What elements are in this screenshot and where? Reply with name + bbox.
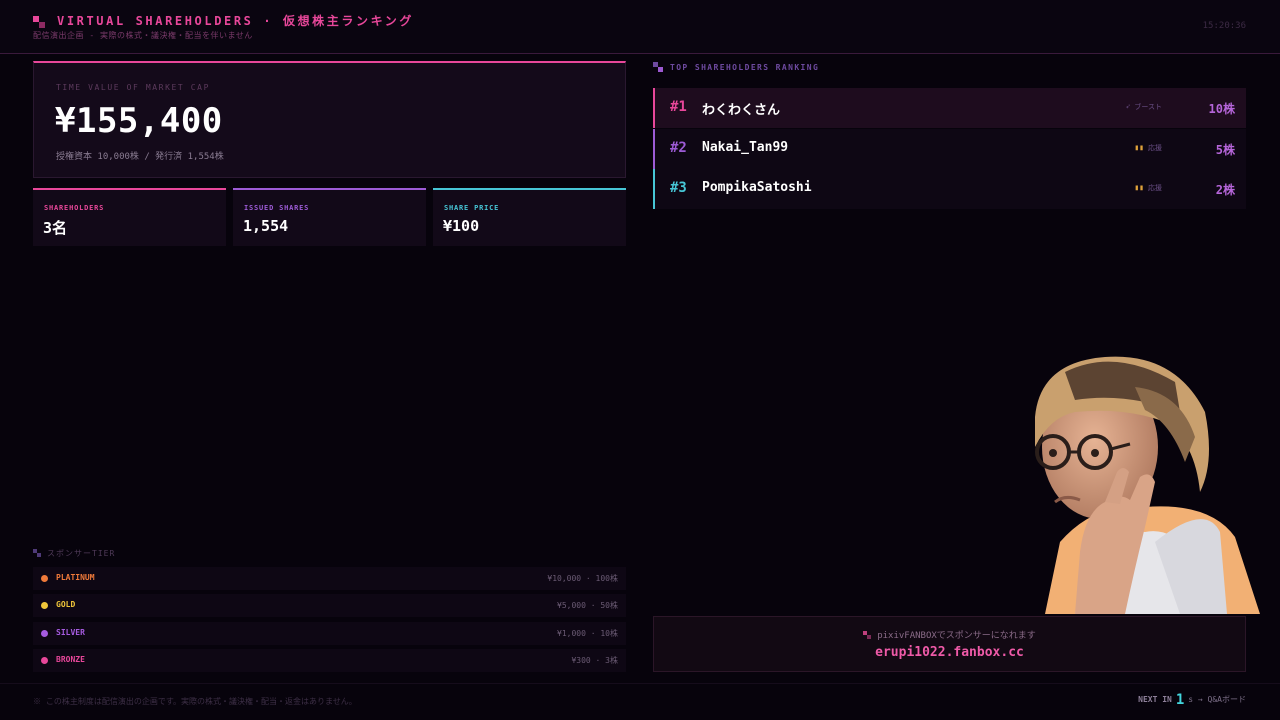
rocket-icon: ➶ <box>1125 102 1131 111</box>
stat-value: 3名 <box>43 219 68 237</box>
ranking-row-2: #2 Nakai_Tan99 ▮▮ 応援 5株 <box>653 129 1246 169</box>
tier-dot-icon <box>41 602 48 609</box>
sponsor-tier-heading-text: スポンサーTIER <box>47 549 116 558</box>
tier-row-gold: GOLD ¥5,000 · 50株 <box>33 594 626 617</box>
cheer-icon: ▮▮ <box>1134 183 1144 192</box>
fanbox-link[interactable]: erupi1022.fanbox.cc <box>654 645 1245 660</box>
ranking-row-3: #3 PompikaSatoshi ▮▮ 応援 2株 <box>653 169 1246 209</box>
market-cap-label: TIME VALUE OF MARKET CAP <box>56 83 210 92</box>
support-badge: ➶ ブースト <box>1126 102 1162 112</box>
ranking-row-1: #1 わくわくさん ➶ ブースト 10株 <box>653 88 1246 128</box>
sponsor-tier-heading: スポンサーTIER <box>33 548 115 559</box>
support-badge: ▮▮ 応援 <box>1134 143 1162 153</box>
rank-number: #2 <box>670 140 687 156</box>
stat-label: ISSUED SHARES <box>244 204 310 212</box>
tier-dot-icon <box>41 630 48 637</box>
stat-label: SHAREHOLDERS <box>44 204 105 212</box>
header-bar: VIRTUAL SHAREHOLDERS · 仮想株主ランキング 配信演出企画 … <box>0 0 1280 54</box>
tier-price: ¥300 · 3株 <box>571 656 618 665</box>
tier-name: PLATINUM <box>56 573 95 582</box>
cheer-icon: ▮▮ <box>1134 143 1144 152</box>
webcam-overlay <box>1005 352 1267 614</box>
market-cap-detail: 授権資本 10,000株 / 発行済 1,554株 <box>56 152 224 162</box>
tier-heading-icon <box>33 549 41 557</box>
tier-price: ¥1,000 · 10株 <box>557 629 618 638</box>
fanbox-banner[interactable]: pixivFANBOXでスポンサーになれます erupi1022.fanbox.… <box>653 616 1246 672</box>
page-subtitle: 配信演出企画 - 実際の株式・議決権・配当を伴いません <box>33 31 253 40</box>
share-count: 2株 <box>1215 183 1235 197</box>
share-count: 10株 <box>1208 102 1235 116</box>
tier-name: GOLD <box>56 600 76 609</box>
fanbox-caption: pixivFANBOXでスポンサーになれます <box>877 631 1036 641</box>
support-badge-text: ブースト <box>1134 103 1162 111</box>
streamer-portrait <box>1035 356 1260 614</box>
shareholder-name: PompikaSatoshi <box>702 180 812 195</box>
stat-value: 1,554 <box>243 217 289 235</box>
rank-number: #3 <box>670 180 687 196</box>
next-suffix: s → Q&Aボード <box>1188 695 1246 704</box>
rank-number: #1 <box>670 99 687 115</box>
disclaimer-note: ※ この株主制度は配信演出の企画です。実際の株式・議決権・配当・返金はありません… <box>33 697 357 706</box>
ranking-heading: TOP SHAREHOLDERS RANKING <box>653 62 819 72</box>
next-scene-countdown: NEXT IN 1 s → Q&Aボード <box>1138 692 1246 708</box>
share-count: 5株 <box>1215 143 1235 157</box>
tier-name: BRONZE <box>56 655 85 664</box>
tier-dot-icon <box>41 657 48 664</box>
stat-card-shareholders: SHAREHOLDERS 3名 <box>33 188 226 246</box>
tier-row-platinum: PLATINUM ¥10,000 · 100株 <box>33 567 626 590</box>
support-badge: ▮▮ 応援 <box>1134 183 1162 193</box>
tier-dot-icon <box>41 575 48 582</box>
logo-icon <box>33 16 45 28</box>
ranking-heading-text: TOP SHAREHOLDERS RANKING <box>670 63 820 72</box>
ranking-heading-icon <box>653 62 663 72</box>
page-title: VIRTUAL SHAREHOLDERS · 仮想株主ランキング <box>57 14 415 28</box>
stat-card-share-price: SHARE PRICE ¥100 <box>433 188 626 246</box>
tier-name: SILVER <box>56 628 85 637</box>
market-cap-value: ¥155,400 <box>55 101 223 141</box>
footer-divider <box>0 683 1280 684</box>
stat-card-issued-shares: ISSUED SHARES 1,554 <box>233 188 426 246</box>
stat-label: SHARE PRICE <box>444 204 500 212</box>
shareholder-name: わくわくさん <box>702 103 781 118</box>
next-label: NEXT IN <box>1138 695 1172 704</box>
support-badge-text: 応援 <box>1148 144 1162 152</box>
shareholder-name: Nakai_Tan99 <box>702 140 789 155</box>
clock: 15:20:36 <box>1202 21 1246 31</box>
countdown-value: 1 <box>1175 692 1185 708</box>
support-badge-text: 応援 <box>1148 184 1162 192</box>
tier-row-silver: SILVER ¥1,000 · 10株 <box>33 622 626 645</box>
tier-price: ¥10,000 · 100株 <box>547 574 618 583</box>
fanbox-text-line: pixivFANBOXでスポンサーになれます <box>654 628 1245 641</box>
tier-price: ¥5,000 · 50株 <box>557 601 618 610</box>
stat-value: ¥100 <box>443 217 480 235</box>
market-cap-card: TIME VALUE OF MARKET CAP ¥155,400 授権資本 1… <box>33 61 626 178</box>
fanbox-icon <box>863 631 872 639</box>
tier-row-bronze: BRONZE ¥300 · 3株 <box>33 649 626 672</box>
